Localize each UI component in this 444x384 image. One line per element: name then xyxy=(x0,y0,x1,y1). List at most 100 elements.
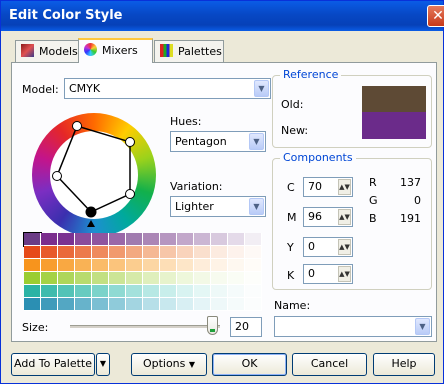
color-swatch[interactable] xyxy=(194,298,211,311)
yellow-input[interactable]: 0 ▲▼ xyxy=(303,237,353,257)
hues-select[interactable]: Pentagon ▼ xyxy=(170,131,266,152)
color-swatch[interactable] xyxy=(228,285,245,298)
color-swatch[interactable] xyxy=(126,233,143,246)
spin-icon[interactable]: ▲▼ xyxy=(338,179,351,195)
variation-select[interactable]: Lighter ▼ xyxy=(170,196,266,217)
color-swatch[interactable] xyxy=(126,285,143,298)
color-swatch[interactable] xyxy=(245,298,262,311)
add-to-palette-dropdown[interactable]: ▼ xyxy=(96,353,110,376)
color-swatch[interactable] xyxy=(109,272,126,285)
color-swatch[interactable] xyxy=(245,272,262,285)
chevron-down-icon[interactable]: ▼ xyxy=(249,133,264,150)
hue-handle[interactable] xyxy=(52,171,62,181)
black-input[interactable]: 0 ▲▼ xyxy=(303,264,353,284)
color-swatch[interactable] xyxy=(41,285,58,298)
color-swatch[interactable] xyxy=(75,233,92,246)
color-swatch[interactable] xyxy=(24,272,41,285)
spin-icon[interactable]: ▲▼ xyxy=(338,239,351,255)
color-swatch[interactable] xyxy=(194,233,211,246)
color-swatch[interactable] xyxy=(92,272,109,285)
spin-icon[interactable]: ▲▼ xyxy=(338,266,351,282)
color-swatch[interactable] xyxy=(245,285,262,298)
color-swatch[interactable] xyxy=(41,246,58,259)
cyan-input[interactable]: 70 ▲▼ xyxy=(303,177,353,197)
color-swatch[interactable] xyxy=(92,259,109,272)
tab-palettes[interactable]: Palettes xyxy=(154,40,224,62)
color-swatch[interactable] xyxy=(211,285,228,298)
color-swatch[interactable] xyxy=(23,232,42,247)
color-swatch[interactable] xyxy=(75,246,92,259)
magenta-input[interactable]: 96 ▲▼ xyxy=(303,207,353,227)
color-swatch[interactable] xyxy=(160,298,177,311)
spin-icon[interactable]: ▲▼ xyxy=(338,209,351,225)
color-swatch[interactable] xyxy=(41,298,58,311)
color-swatch[interactable] xyxy=(160,233,177,246)
size-slider-track[interactable] xyxy=(70,325,220,328)
title-bar[interactable]: Edit Color Style ✕ xyxy=(1,1,444,31)
color-swatch[interactable] xyxy=(245,246,262,259)
color-swatch[interactable] xyxy=(160,285,177,298)
color-swatch[interactable] xyxy=(211,298,228,311)
color-swatch[interactable] xyxy=(75,259,92,272)
hue-handle[interactable] xyxy=(72,121,82,131)
color-swatch[interactable] xyxy=(92,285,109,298)
cancel-button[interactable]: Cancel xyxy=(292,353,367,376)
options-button[interactable]: Options ▼ xyxy=(131,353,207,376)
color-swatch[interactable] xyxy=(92,246,109,259)
help-button[interactable]: Help xyxy=(373,353,435,376)
chevron-down-icon[interactable]: ▼ xyxy=(415,318,430,335)
color-swatch[interactable] xyxy=(143,298,160,311)
color-swatch[interactable] xyxy=(228,272,245,285)
color-swatch[interactable] xyxy=(143,259,160,272)
ok-button[interactable]: OK xyxy=(212,353,287,376)
color-swatch[interactable] xyxy=(228,259,245,272)
close-button[interactable]: ✕ xyxy=(427,5,444,27)
color-swatch[interactable] xyxy=(24,285,41,298)
tab-models[interactable]: Models xyxy=(15,40,79,62)
color-swatch[interactable] xyxy=(58,272,75,285)
color-swatch[interactable] xyxy=(41,272,58,285)
color-swatch[interactable] xyxy=(75,298,92,311)
color-swatch[interactable] xyxy=(160,259,177,272)
color-swatch[interactable] xyxy=(143,272,160,285)
color-swatch[interactable] xyxy=(92,233,109,246)
name-select[interactable]: ▼ xyxy=(274,316,432,337)
color-swatch[interactable] xyxy=(109,298,126,311)
color-swatch[interactable] xyxy=(194,272,211,285)
color-swatch[interactable] xyxy=(126,298,143,311)
color-swatch[interactable] xyxy=(41,233,58,246)
color-swatch[interactable] xyxy=(194,259,211,272)
chevron-down-icon[interactable]: ▼ xyxy=(249,198,264,215)
color-swatch[interactable] xyxy=(109,285,126,298)
color-swatch[interactable] xyxy=(58,285,75,298)
color-swatch[interactable] xyxy=(41,259,58,272)
color-swatch[interactable] xyxy=(109,246,126,259)
size-slider-thumb[interactable] xyxy=(206,316,218,335)
color-swatch[interactable] xyxy=(194,246,211,259)
color-swatch[interactable] xyxy=(228,298,245,311)
color-swatch[interactable] xyxy=(58,246,75,259)
color-swatch[interactable] xyxy=(109,233,126,246)
color-swatch[interactable] xyxy=(58,233,75,246)
color-swatch[interactable] xyxy=(24,246,41,259)
color-swatch[interactable] xyxy=(126,246,143,259)
color-swatch[interactable] xyxy=(143,285,160,298)
hue-handle[interactable] xyxy=(125,189,135,199)
color-swatch[interactable] xyxy=(143,246,160,259)
color-swatch[interactable] xyxy=(126,259,143,272)
color-swatch[interactable] xyxy=(58,298,75,311)
add-to-palette-button[interactable]: Add To Palette xyxy=(11,353,95,376)
color-swatch[interactable] xyxy=(24,298,41,311)
size-input[interactable]: 20 xyxy=(230,317,262,337)
color-swatch[interactable] xyxy=(177,298,194,311)
model-select[interactable]: CMYK ▼ xyxy=(64,78,271,99)
color-swatch[interactable] xyxy=(177,233,194,246)
color-swatch[interactable] xyxy=(245,233,262,246)
color-swatch[interactable] xyxy=(143,233,160,246)
color-wheel[interactable] xyxy=(32,113,156,237)
hue-handle[interactable] xyxy=(125,137,135,147)
color-swatch[interactable] xyxy=(160,246,177,259)
color-swatch[interactable] xyxy=(92,298,109,311)
chevron-down-icon[interactable]: ▼ xyxy=(254,80,269,97)
color-swatch[interactable] xyxy=(177,246,194,259)
